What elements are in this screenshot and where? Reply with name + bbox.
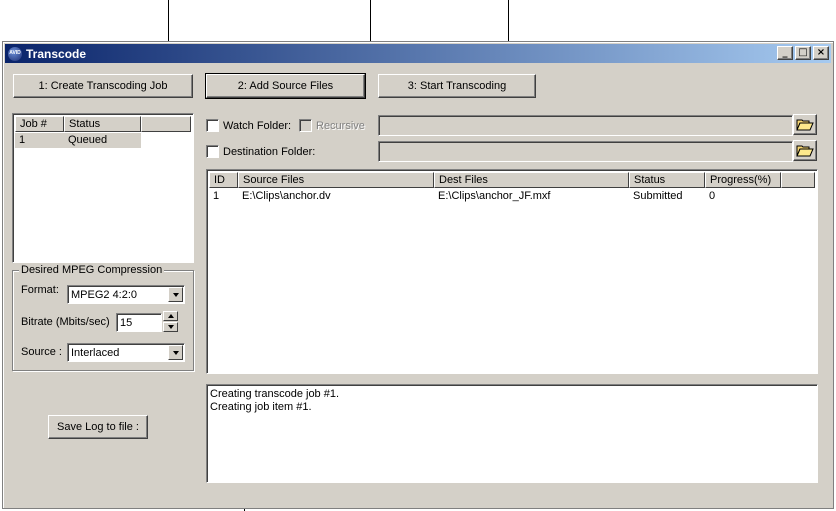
job-status-cell: Queued	[68, 134, 108, 146]
start-transcoding-button[interactable]: 3: Start Transcoding	[378, 74, 536, 98]
file-status-cell: Submitted	[633, 190, 683, 202]
bitrate-value: 15	[120, 316, 133, 329]
watch-folder-path-field[interactable]	[378, 115, 793, 136]
table-row[interactable]: 1 E:\Clips\anchor.dv E:\Clips\anchor_JF.…	[209, 189, 781, 204]
format-label: Format:	[21, 284, 59, 296]
format-select[interactable]: MPEG2 4:2:0	[67, 285, 185, 304]
recursive-label: Recursive	[316, 120, 365, 132]
window-title: Transcode	[26, 46, 87, 61]
destination-folder-label: Destination Folder:	[223, 146, 316, 158]
avid-icon: AVID	[8, 46, 22, 61]
transcode-window: AVID Transcode _ □ × 1: Create Transcodi…	[2, 41, 834, 509]
source-file-cell: E:\Clips\anchor.dv	[242, 190, 331, 202]
recursive-checkbox[interactable]	[299, 119, 312, 132]
minimize-button[interactable]: _	[777, 46, 793, 60]
bitrate-down-button[interactable]	[163, 322, 178, 332]
column-header-dest-files[interactable]: Dest Files	[434, 172, 629, 188]
bitrate-input[interactable]: 15	[116, 313, 162, 332]
column-header-status[interactable]: Status	[629, 172, 705, 188]
log-textarea[interactable]: Creating transcode job #1. Creating job …	[206, 384, 818, 483]
mpeg-compression-group-label: Desired MPEG Compression	[19, 264, 165, 276]
arrow-up-icon	[167, 314, 174, 318]
file-progress-cell: 0	[709, 190, 716, 202]
source-select[interactable]: Interlaced	[67, 343, 185, 362]
folder-open-icon	[796, 145, 814, 156]
watch-folder-label: Watch Folder:	[223, 120, 292, 132]
column-header-filler	[141, 116, 191, 132]
column-header-source-files[interactable]: Source Files	[238, 172, 434, 188]
add-source-files-button[interactable]: 2: Add Source Files	[205, 73, 366, 99]
title-bar[interactable]: AVID Transcode _ □ ×	[5, 44, 831, 63]
jobs-list[interactable]: Job # Status 1 Queued	[12, 113, 194, 263]
destination-folder-checkbox[interactable]	[206, 145, 219, 158]
files-list[interactable]: ID Source Files Dest Files Status Progre…	[206, 169, 818, 374]
chevron-down-icon[interactable]	[168, 345, 183, 360]
file-id-cell: 1	[213, 190, 220, 202]
column-header-job[interactable]: Job #	[15, 116, 64, 132]
column-header-progress[interactable]: Progress(%)	[705, 172, 781, 188]
column-header-filler	[781, 172, 815, 188]
column-header-status[interactable]: Status	[64, 116, 141, 132]
log-line: Creating job item #1.	[210, 401, 312, 413]
create-job-button[interactable]: 1: Create Transcoding Job	[13, 74, 193, 98]
table-row[interactable]: 1 Queued	[15, 133, 141, 148]
maximize-button[interactable]: □	[795, 46, 811, 60]
files-list-header: ID Source Files Dest Files Status Progre…	[209, 172, 815, 188]
folder-open-icon	[796, 119, 814, 130]
chevron-down-icon[interactable]	[168, 287, 183, 302]
save-log-button[interactable]: Save Log to file :	[48, 415, 148, 439]
bitrate-label: Bitrate (Mbits/sec)	[21, 316, 110, 328]
source-select-value: Interlaced	[71, 346, 120, 359]
dest-file-cell: E:\Clips\anchor_JF.mxf	[438, 190, 551, 202]
job-number-cell: 1	[19, 134, 26, 146]
arrow-down-icon	[167, 325, 174, 329]
format-select-value: MPEG2 4:2:0	[71, 288, 138, 301]
close-button[interactable]: ×	[813, 46, 829, 60]
jobs-list-header: Job # Status	[15, 116, 191, 132]
browse-watch-folder-button[interactable]	[793, 114, 817, 135]
source-label: Source :	[21, 346, 62, 358]
bitrate-up-button[interactable]	[163, 311, 178, 321]
watch-folder-checkbox[interactable]	[206, 119, 219, 132]
destination-folder-path-field[interactable]	[378, 141, 793, 162]
browse-destination-folder-button[interactable]	[793, 140, 817, 161]
column-header-id[interactable]: ID	[209, 172, 238, 188]
log-line: Creating transcode job #1.	[210, 388, 340, 400]
